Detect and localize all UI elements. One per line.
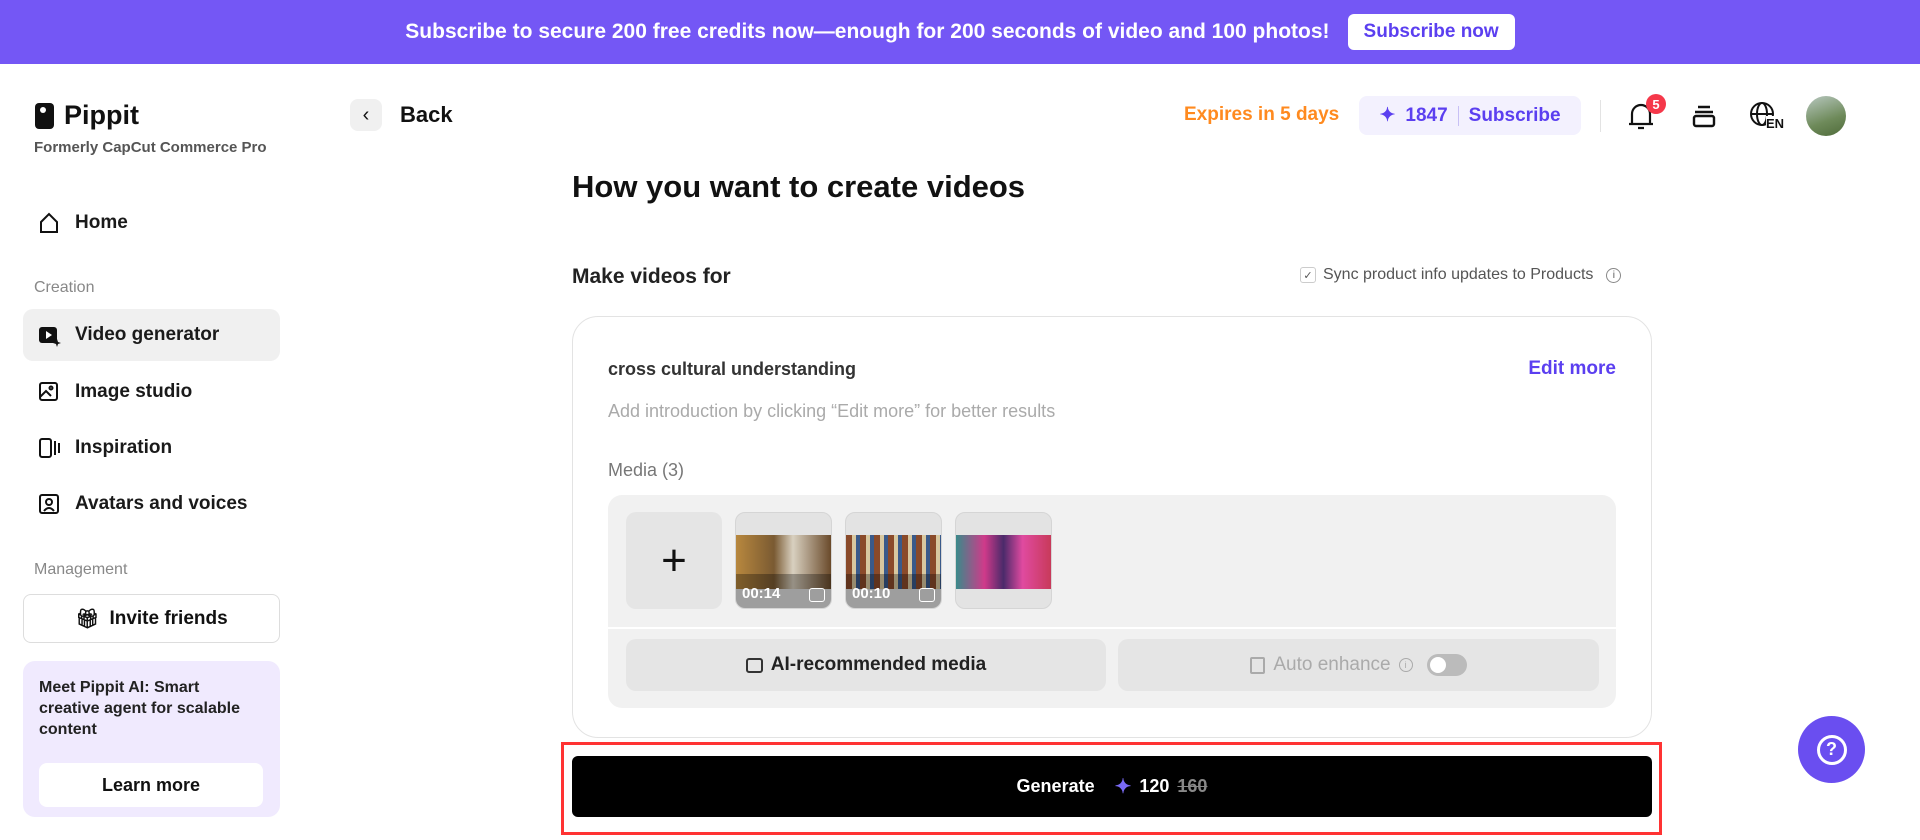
add-media-button[interactable]: + [626, 512, 722, 609]
banner-text: Subscribe to secure 200 free credits now… [405, 20, 1330, 43]
sync-checkbox[interactable]: ✓ Sync product info updates to Products … [1300, 266, 1622, 284]
notification-badge: 5 [1646, 94, 1666, 114]
media-thumbnail[interactable]: 00:14 [735, 512, 832, 609]
intro-placeholder[interactable]: Add introduction by clicking “Edit more”… [608, 401, 1055, 422]
home-icon [40, 212, 58, 233]
avatar-icon [39, 494, 59, 514]
sidebar-item-avatars[interactable]: Avatars and voices [23, 478, 280, 530]
ai-media-icon [745, 657, 763, 673]
media-divider [608, 627, 1616, 629]
divider [1457, 105, 1459, 126]
image-icon [39, 382, 58, 401]
media-thumbnail[interactable]: 00:10 [845, 512, 942, 609]
sidebar-item-home[interactable]: Home [23, 197, 280, 249]
back-label: Back [400, 102, 453, 127]
sidebar-item-inspiration[interactable]: Inspiration [23, 422, 280, 474]
section-management: Management [34, 561, 128, 578]
image-enhance-icon [1250, 656, 1266, 674]
stack-icon[interactable] [1688, 100, 1720, 132]
auto-enhance-control: Auto enhance i [1118, 639, 1599, 691]
original-cost: 160 [1177, 776, 1208, 796]
ai-icon [809, 588, 825, 602]
sidebar-item-label: Home [75, 212, 128, 233]
info-icon: i [1398, 658, 1413, 672]
media-image [956, 535, 1051, 589]
media-duration: 00:10 [852, 585, 891, 602]
help-button[interactable]: ? [1798, 716, 1865, 783]
invite-friends-button[interactable]: 🎁︎ Invite friends [23, 594, 280, 643]
promo-text: Meet Pippit AI: Smart creative agent for… [39, 677, 264, 740]
sparkle-icon: ✦ [1114, 776, 1132, 798]
brand-subtitle: Formerly CapCut Commerce Pro [34, 139, 267, 156]
sidebar-item-image-studio[interactable]: Image studio [23, 366, 280, 418]
gift-icon: 🎁︎ [75, 608, 100, 630]
media-duration: 00:14 [742, 585, 781, 602]
auto-enhance-toggle[interactable] [1426, 654, 1467, 676]
learn-more-button[interactable]: Learn more [39, 763, 263, 807]
inspiration-icon [39, 438, 60, 458]
ai-icon [919, 588, 935, 602]
language-code: EN [1766, 116, 1785, 131]
promo-bold: Meet Pippit AI: [39, 679, 150, 696]
subscribe-link[interactable]: Subscribe [1469, 105, 1561, 127]
sidebar-item-label: Image studio [75, 381, 193, 402]
sidebar-item-label: Inspiration [75, 437, 173, 458]
make-videos-for-label: Make videos for [572, 265, 731, 288]
credits-pill[interactable]: ✦ 1847 Subscribe [1359, 96, 1581, 135]
ai-recommended-media-button[interactable]: AI-recommended media [626, 639, 1106, 691]
plus-icon: + [661, 535, 687, 585]
auto-enhance-label: Auto enhance [1273, 654, 1391, 675]
pippit-logo-icon [35, 102, 54, 129]
media-label: Media (3) [608, 460, 685, 480]
sparkle-icon: ✦ [1379, 105, 1396, 126]
back-button[interactable]: ‹ Back [350, 99, 453, 131]
video-icon [39, 327, 61, 347]
notifications-button[interactable]: 5 [1626, 94, 1666, 132]
sync-label: Sync product info updates to Products [1323, 266, 1594, 283]
header-divider [1600, 100, 1601, 132]
promo-banner: Subscribe to secure 200 free credits now… [0, 0, 1920, 64]
invite-label: Invite friends [109, 607, 228, 629]
avatar[interactable] [1806, 96, 1846, 136]
page-title: How you want to create videos [572, 169, 1026, 204]
subscribe-now-button[interactable]: Subscribe now [1347, 14, 1515, 50]
edit-more-link[interactable]: Edit more [1528, 358, 1616, 380]
section-creation: Creation [34, 279, 95, 296]
credits-count: 1847 [1405, 104, 1448, 126]
product-name: cross cultural understanding [608, 359, 857, 379]
generate-button[interactable]: Generate ✦ 120 160 [572, 756, 1652, 817]
generate-cost: 120 [1139, 776, 1170, 796]
sidebar-item-label: Video generator [75, 324, 220, 345]
info-icon: i [1606, 267, 1622, 283]
chevron-left-icon: ‹ [350, 99, 382, 131]
brand-logo[interactable]: Pippit [34, 100, 139, 131]
media-thumbnail[interactable] [955, 512, 1052, 609]
toggle-knob [1429, 657, 1446, 673]
sidebar-item-label: Avatars and voices [75, 493, 248, 514]
expires-text: Expires in 5 days [1184, 104, 1340, 125]
language-button[interactable]: EN [1748, 100, 1785, 132]
brand-name: Pippit [64, 100, 139, 130]
question-icon: ? [1816, 734, 1847, 765]
checkbox-checked-icon: ✓ [1300, 267, 1316, 283]
ai-media-label: AI-recommended media [770, 654, 987, 675]
generate-label: Generate [1016, 776, 1095, 796]
promo-card: Meet Pippit AI: Smart creative agent for… [23, 661, 280, 817]
sidebar-item-video-generator[interactable]: Video generator [23, 309, 280, 361]
